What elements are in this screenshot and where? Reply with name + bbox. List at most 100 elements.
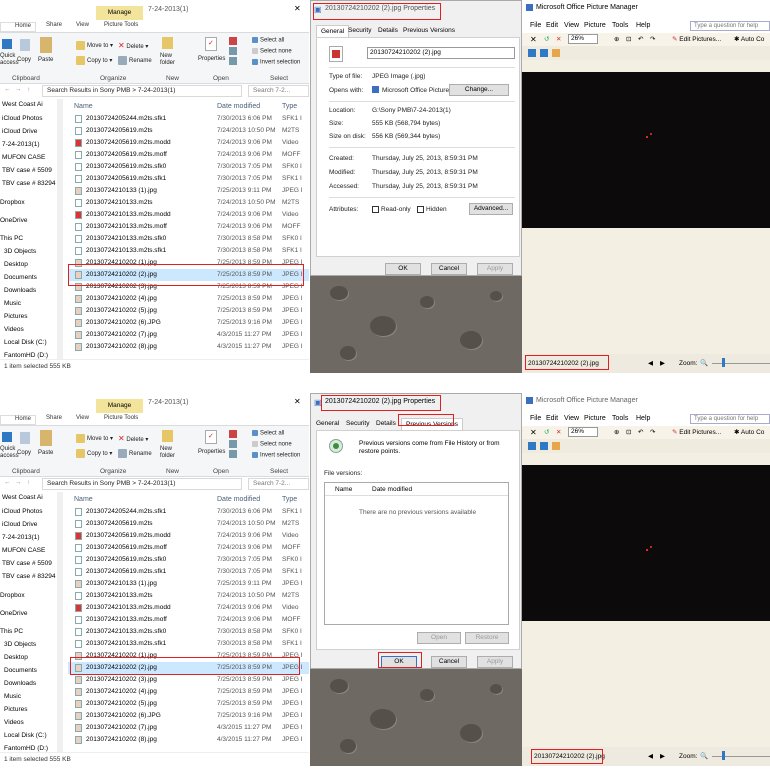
single-view-icon[interactable] bbox=[552, 442, 560, 450]
quick-access-label[interactable]: Quick bbox=[0, 53, 15, 59]
cancel-button[interactable]: Cancel bbox=[431, 263, 467, 275]
address-bar[interactable]: Search Results in Sony PMB > 7-24-2013(1… bbox=[42, 85, 242, 97]
nav-item[interactable]: MUFON CASE bbox=[2, 545, 45, 557]
nav-item[interactable]: TBV case # 83294 bbox=[2, 178, 55, 190]
nav-item[interactable]: Desktop bbox=[4, 652, 28, 664]
table-row[interactable]: 20130724210133.m2ts.sfk1 7/30/2013 8:58 P… bbox=[68, 245, 309, 257]
history-icon[interactable] bbox=[229, 450, 237, 458]
nav-item[interactable]: 7-24-2013(1) bbox=[2, 139, 40, 151]
rotate-left-icon[interactable]: ↶ bbox=[638, 35, 643, 43]
menu-view[interactable]: View bbox=[564, 22, 579, 29]
nav-scrollbar[interactable] bbox=[57, 492, 63, 752]
nav-item[interactable]: TBV case # 5509 bbox=[2, 165, 52, 177]
tab-share[interactable]: Share bbox=[46, 415, 62, 421]
filmstrip-view-icon[interactable] bbox=[540, 49, 548, 57]
zoom-slider-track[interactable] bbox=[712, 756, 770, 757]
properties-button[interactable]: Properties bbox=[198, 449, 225, 455]
properties-icon[interactable]: ✓ bbox=[205, 37, 217, 51]
back-icon[interactable]: ← bbox=[4, 479, 11, 486]
tab-previous-versions[interactable]: Previous Versions bbox=[403, 27, 455, 34]
nav-item-onedrive[interactable]: OneDrive bbox=[0, 215, 27, 227]
open-version-button[interactable]: Open bbox=[417, 632, 461, 644]
copy-to-button[interactable]: Copy to ▾ bbox=[76, 56, 112, 65]
nav-scrollbar[interactable] bbox=[57, 99, 63, 359]
column-type[interactable]: Type bbox=[282, 103, 297, 110]
nav-item[interactable]: iCloud Photos bbox=[2, 113, 42, 125]
rename-button[interactable]: Rename bbox=[118, 56, 152, 65]
edit-pictures-button[interactable]: ✎ Edit Pictures... bbox=[672, 35, 721, 43]
table-row[interactable]: 20130724210202 (7).jpg 4/3/2015 11:27 PM J… bbox=[68, 722, 309, 734]
properties-button[interactable]: Properties bbox=[198, 56, 225, 62]
next-icon[interactable]: ▶ bbox=[660, 359, 665, 367]
nav-item[interactable]: Music bbox=[4, 691, 21, 703]
fit-icon[interactable]: ⊡ bbox=[626, 35, 631, 43]
edit-icon[interactable] bbox=[229, 440, 237, 448]
forward-icon[interactable]: → bbox=[15, 479, 22, 486]
column-name[interactable]: Name bbox=[74, 103, 93, 110]
move-to-button[interactable]: Move to ▾ bbox=[76, 434, 113, 443]
nav-item-this-pc[interactable]: This PC bbox=[0, 626, 23, 638]
table-row[interactable]: 20130724210202 (8).jpg 4/3/2015 11:27 PM J… bbox=[68, 734, 309, 746]
nav-item[interactable]: Documents bbox=[4, 272, 37, 284]
apply-button[interactable]: Apply bbox=[477, 263, 513, 275]
pv-column-date[interactable]: Date modified bbox=[372, 486, 412, 493]
rotate-right-icon[interactable]: ↷ bbox=[650, 428, 655, 436]
table-row[interactable]: 20130724205619.m2ts 7/24/2013 10:50 PM M2T… bbox=[68, 125, 309, 137]
nav-item[interactable]: TBV case # 5509 bbox=[2, 558, 52, 570]
table-row[interactable]: 20130724210202 (7).jpg 4/3/2015 11:27 PM J… bbox=[68, 329, 309, 341]
table-row[interactable]: 20130724205619.m2ts.sfk0 7/30/2013 7:05 P… bbox=[68, 161, 309, 173]
table-row[interactable]: 20130724205619.m2ts.sfk1 7/30/2013 7:05 P… bbox=[68, 173, 309, 185]
rename-button[interactable]: Rename bbox=[118, 449, 152, 458]
table-row[interactable]: 20130724210133.m2ts.sfk1 7/30/2013 8:58 P… bbox=[68, 638, 309, 650]
table-row[interactable]: 20130724205619.m2ts 7/24/2013 10:50 PM M2T… bbox=[68, 518, 309, 530]
table-row[interactable]: 20130724210133.m2ts.sfk0 7/30/2013 8:58 P… bbox=[68, 626, 309, 638]
zoom-select[interactable]: 26% bbox=[568, 427, 598, 437]
select-none-button[interactable]: Select none bbox=[252, 441, 292, 448]
nav-item[interactable]: West Coast Ai bbox=[2, 492, 43, 504]
nav-item[interactable]: Local Disk (C:) bbox=[4, 730, 47, 742]
zoom-slider-handle[interactable] bbox=[722, 751, 725, 760]
delete-button[interactable]: ✕ Delete ▾ bbox=[118, 41, 148, 50]
properties-icon[interactable]: ✓ bbox=[205, 430, 217, 444]
nav-item-onedrive[interactable]: OneDrive bbox=[0, 608, 27, 620]
manage-tab[interactable]: Manage bbox=[96, 399, 143, 413]
thumbnail-view-icon[interactable] bbox=[528, 49, 536, 57]
new-folder-button[interactable]: New bbox=[160, 53, 172, 59]
copy-icon[interactable] bbox=[20, 39, 30, 51]
cancel-button[interactable]: Cancel bbox=[431, 656, 467, 668]
invert-selection-button[interactable]: Invert selection bbox=[252, 59, 300, 66]
column-date[interactable]: Date modified bbox=[217, 103, 260, 110]
zoom-in-icon[interactable]: ⊕ bbox=[614, 35, 619, 43]
zoom-out-icon[interactable]: 🔍 bbox=[700, 359, 708, 367]
table-row[interactable]: 20130724210202 (6).JPG 7/25/2013 9:16 PM J… bbox=[68, 710, 309, 722]
column-type[interactable]: Type bbox=[282, 496, 297, 503]
nav-item[interactable]: Pictures bbox=[4, 704, 27, 716]
tab-picture-tools[interactable]: Picture Tools bbox=[104, 22, 138, 28]
table-row[interactable]: 20130724205619.m2ts.moff 7/24/2013 9:06 P… bbox=[68, 542, 309, 554]
zoom-in-icon[interactable]: ⊕ bbox=[614, 428, 619, 436]
nav-item[interactable]: MUFON CASE bbox=[2, 152, 45, 164]
readonly-checkbox[interactable] bbox=[372, 206, 379, 213]
column-date[interactable]: Date modified bbox=[217, 496, 260, 503]
table-row[interactable]: 20130724205244.m2ts.sfk1 7/30/2013 6:06 P… bbox=[68, 506, 309, 518]
previous-icon[interactable]: ◀ bbox=[648, 752, 653, 760]
table-row[interactable]: 20130724210133.m2ts.modd 7/24/2013 9:06 P… bbox=[68, 209, 309, 221]
nav-item-this-pc[interactable]: This PC bbox=[0, 233, 23, 245]
rotate-right-icon[interactable]: ↷ bbox=[650, 35, 655, 43]
forward-icon[interactable]: → bbox=[15, 86, 22, 93]
zoom-slider-handle[interactable] bbox=[722, 358, 725, 367]
table-row[interactable]: 20130724210202 (5).jpg 7/25/2013 8:59 PM J… bbox=[68, 698, 309, 710]
menu-view[interactable]: View bbox=[564, 415, 579, 422]
paste-icon[interactable] bbox=[40, 37, 52, 53]
table-row[interactable]: 20130724205619.m2ts.sfk0 7/30/2013 7:05 P… bbox=[68, 554, 309, 566]
ok-button[interactable]: OK bbox=[385, 263, 421, 275]
tab-picture-tools[interactable]: Picture Tools bbox=[104, 415, 138, 421]
tab-home[interactable]: Home bbox=[0, 22, 36, 32]
copy-button[interactable]: Copy bbox=[17, 57, 31, 63]
close-icon[interactable]: ✕ bbox=[530, 428, 537, 437]
nav-item[interactable]: Desktop bbox=[4, 259, 28, 271]
nav-item[interactable]: 3D Objects bbox=[4, 639, 36, 651]
select-all-button[interactable]: Select all bbox=[252, 430, 284, 437]
zoom-out-icon[interactable]: 🔍 bbox=[700, 752, 708, 760]
table-row[interactable]: 20130724210133.m2ts 7/24/2013 10:50 PM M2T… bbox=[68, 197, 309, 209]
